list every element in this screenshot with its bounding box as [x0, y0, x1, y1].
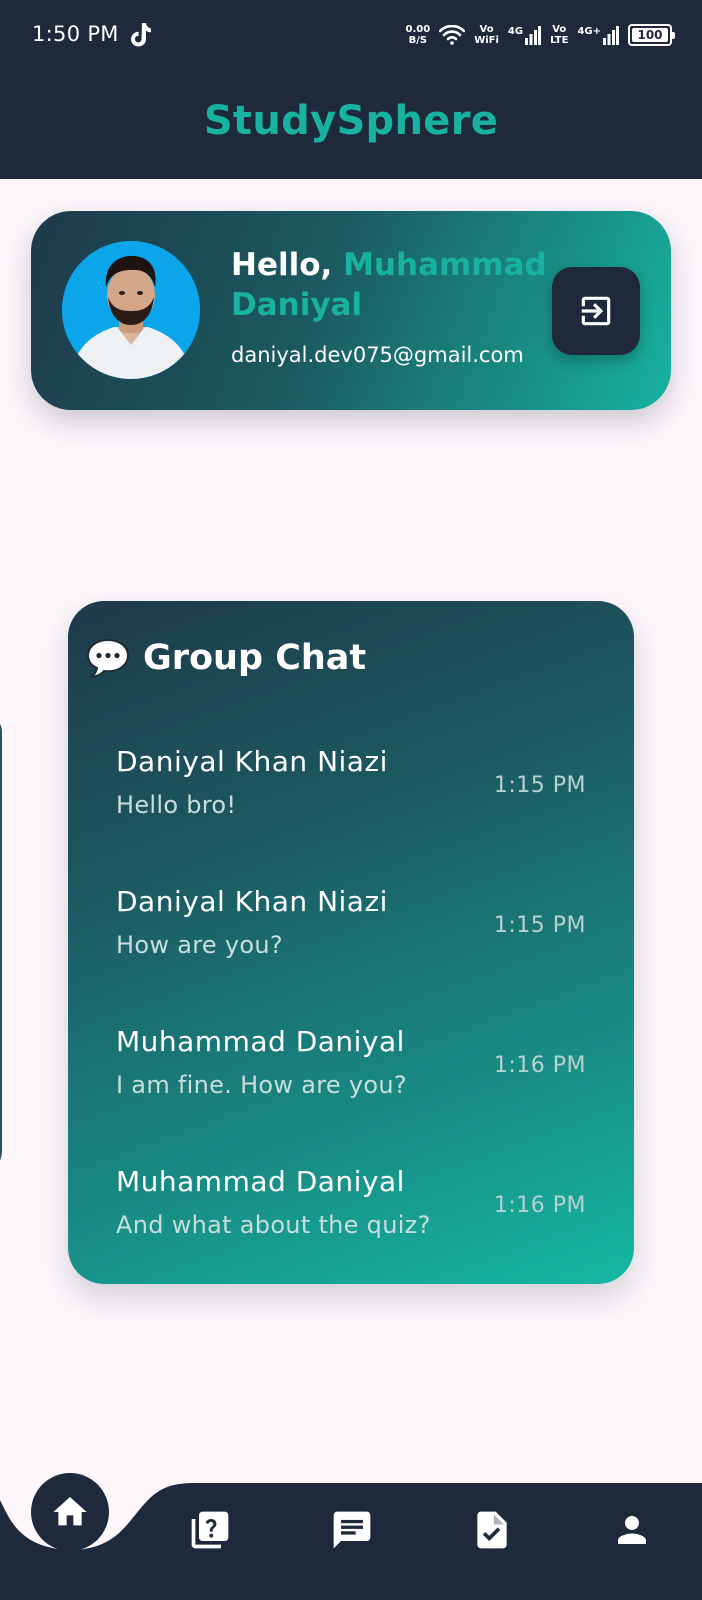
message-sender: Daniyal Khan Niazi — [116, 885, 388, 918]
speech-bubble-icon — [86, 638, 130, 678]
person-icon — [618, 1516, 646, 1544]
chat-message[interactable]: Muhammad Daniyal I am fine. How are you?… — [116, 1025, 586, 1115]
group-chat-card[interactable]: Group Chat Daniyal Khan Niazi Hello bro!… — [68, 601, 634, 1284]
chat-message[interactable]: Daniyal Khan Niazi Hello bro! 1:15 PM — [116, 745, 586, 835]
wifi-icon — [439, 25, 466, 45]
home-icon — [53, 1497, 87, 1526]
message-text: And what about the quiz? — [116, 1211, 431, 1239]
quiz-icon — [191, 1511, 229, 1549]
volte-label: Vo LTE — [550, 24, 569, 46]
message-text: Hello bro! — [116, 791, 237, 819]
message-text: How are you? — [116, 931, 283, 959]
group-chat-header: Group Chat — [85, 637, 366, 679]
chat-message[interactable]: Daniyal Khan Niazi How are you? 1:15 PM — [116, 885, 586, 975]
avatar[interactable] — [62, 241, 200, 379]
nav-chat-button[interactable] — [330, 1508, 374, 1552]
app-title: StudySphere — [203, 98, 499, 144]
message-sender: Muhammad Daniyal — [116, 1165, 405, 1198]
message-time: 1:16 PM — [493, 1053, 586, 1078]
nav-home-button[interactable] — [31, 1473, 109, 1551]
avatar-image — [62, 241, 200, 379]
message-time: 1:15 PM — [493, 913, 586, 938]
message-time: 1:16 PM — [493, 1193, 586, 1218]
chat-icon — [333, 1511, 371, 1549]
signal-bars-icon — [603, 26, 619, 45]
signal-bars-icon — [525, 26, 542, 45]
assignment-icon — [477, 1511, 507, 1549]
nav-quiz-button[interactable] — [188, 1508, 232, 1552]
tiktok-icon — [131, 23, 151, 47]
logout-icon — [581, 296, 611, 326]
user-email: daniyal.dev075@gmail.com — [231, 343, 524, 367]
chat-message[interactable]: Muhammad Daniyal And what about the quiz… — [116, 1165, 586, 1255]
app-header: 1:50 PM 0.00 B/S Vo WiFi 4G Vo LTE 4G+ 1… — [0, 0, 702, 179]
logout-button[interactable] — [552, 267, 640, 355]
greeting-text: Hello, Muhammad Daniyal — [231, 245, 551, 325]
greeting-prefix: Hello, — [231, 247, 344, 283]
message-sender: Muhammad Daniyal — [116, 1025, 405, 1058]
previous-card-peek[interactable] — [0, 714, 2, 1170]
status-icons: 0.00 B/S Vo WiFi 4G Vo LTE 4G+ 100 — [405, 20, 675, 50]
battery-level: 100 — [637, 28, 663, 42]
group-chat-title: Group Chat — [143, 638, 367, 678]
message-sender: Daniyal Khan Niazi — [116, 745, 388, 778]
network-speed: 0.00 B/S — [405, 24, 431, 46]
message-text: I am fine. How are you? — [116, 1071, 407, 1099]
sim2-signal: 4G+ — [577, 25, 619, 45]
message-time: 1:15 PM — [493, 773, 586, 798]
nav-profile-button[interactable] — [610, 1508, 654, 1552]
sim1-signal: 4G — [508, 25, 542, 45]
nav-assignment-button[interactable] — [470, 1508, 514, 1552]
battery-icon: 100 — [628, 24, 675, 46]
vowifi-label: Vo WiFi — [474, 24, 499, 46]
profile-card: Hello, Muhammad Daniyal daniyal.dev075@g… — [31, 211, 671, 410]
status-time: 1:50 PM — [32, 22, 119, 46]
